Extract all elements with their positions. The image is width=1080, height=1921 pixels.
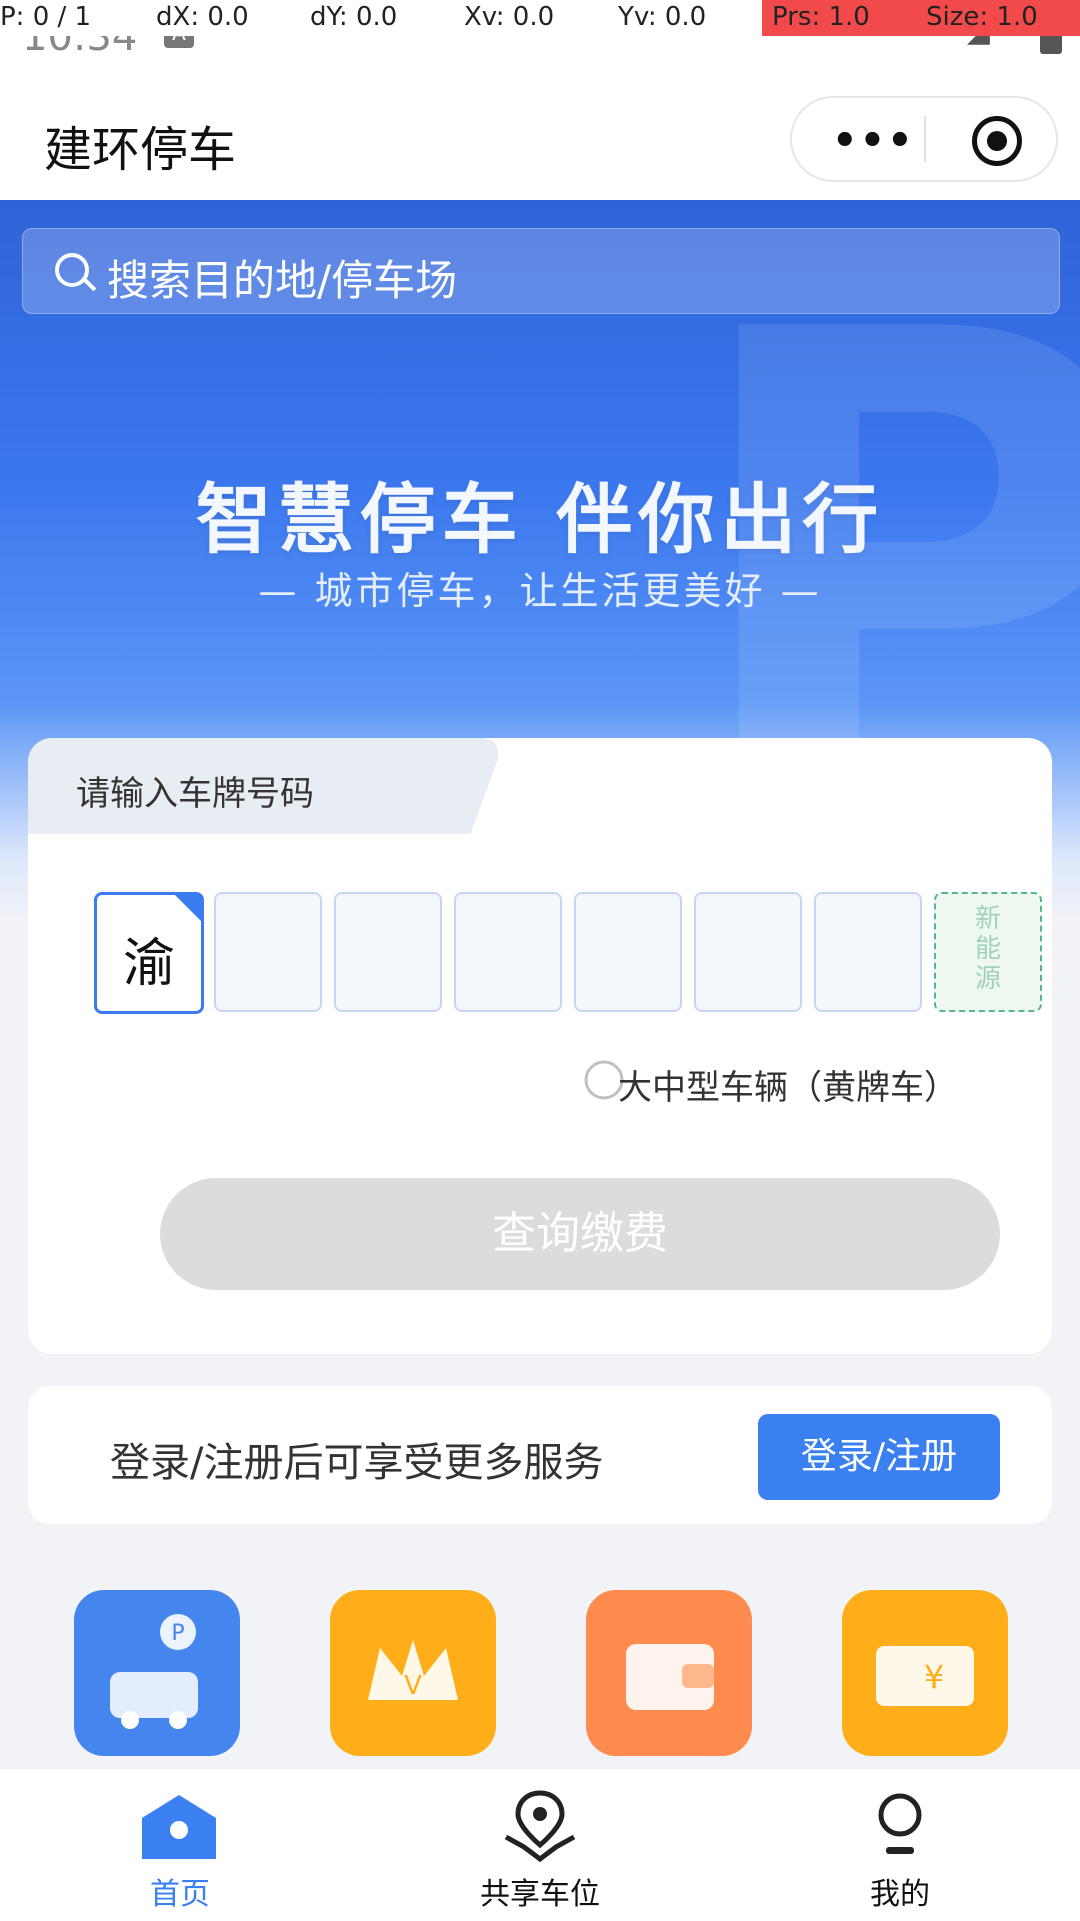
plate-province-char: 渝 xyxy=(122,934,175,994)
plate-char-box-3[interactable] xyxy=(334,892,442,1012)
svg-text:P: P xyxy=(171,1621,184,1646)
vip-crown-glyph: V xyxy=(368,1640,458,1701)
tab-shared-parking[interactable]: 共享车位 xyxy=(360,1769,720,1921)
plate-label: 请输入车牌号码 xyxy=(76,774,314,814)
vip-crown-icon[interactable]: V xyxy=(330,1590,496,1756)
home-icon xyxy=(142,1795,216,1859)
debug-dx: dX: 0.0 xyxy=(156,2,249,32)
page-title: 建环停车 xyxy=(44,122,237,178)
tab-mine[interactable]: 我的 xyxy=(720,1769,1080,1921)
wallet-glyph xyxy=(626,1644,714,1710)
svg-text:¥: ¥ xyxy=(924,1658,944,1696)
login-register-button[interactable]: 登录/注册 xyxy=(758,1414,1000,1500)
search-placeholder: 搜索目的地/停车场 xyxy=(107,256,458,305)
debug-xv: Xv: 0.0 xyxy=(464,2,555,32)
tab-home-label: 首页 xyxy=(150,1877,210,1912)
province-corner-mark xyxy=(175,895,201,921)
debug-pointer: P: 0 / 1 xyxy=(0,2,92,32)
plate-char-box-6[interactable] xyxy=(694,892,802,1012)
hero-subtitle: — 城市停车，让生活更美好 — xyxy=(258,569,822,613)
tab-home[interactable]: 首页 xyxy=(0,1769,360,1921)
debug-size: Size: 1.0 xyxy=(926,2,1038,32)
map-pin-icon xyxy=(504,1790,576,1863)
plate-new-energy-box[interactable]: 新能源 xyxy=(934,892,1042,1012)
parking-car-icon[interactable]: P xyxy=(74,1590,240,1756)
coupon-icon[interactable]: ¥ xyxy=(842,1590,1008,1756)
plate-input-row: 渝 新能源 xyxy=(66,892,1042,1014)
more-dots-icon[interactable]: ••• xyxy=(832,118,915,164)
target-icon[interactable] xyxy=(972,116,1022,166)
debug-prs: Prs: 1.0 xyxy=(772,2,870,32)
query-pay-button[interactable]: 查询缴费 xyxy=(160,1178,1000,1290)
parking-car-glyph: P xyxy=(110,1614,198,1729)
svg-text:V: V xyxy=(404,1671,422,1701)
plate-province-box[interactable]: 渝 xyxy=(94,892,204,1014)
tab-shared-parking-label: 共享车位 xyxy=(480,1877,600,1912)
plate-char-box-4[interactable] xyxy=(454,892,562,1012)
plate-query-card: 请输入车牌号码 渝 新能源 大中型车辆（黄牌车） 查询缴费 xyxy=(28,738,1052,1354)
tab-mine-label: 我的 xyxy=(870,1877,930,1912)
search-icon xyxy=(55,253,89,287)
hero-title: 智慧停车 伴你出行 xyxy=(195,475,885,564)
plate-char-box-7[interactable] xyxy=(814,892,922,1012)
login-card: 登录/注册后可享受更多服务 登录/注册 xyxy=(28,1386,1052,1524)
bottom-tab-bar: 首页 共享车位 我的 xyxy=(0,1768,1080,1921)
large-vehicle-option[interactable]: 大中型车辆（黄牌车） xyxy=(618,1060,958,1109)
wallet-icon[interactable] xyxy=(586,1590,752,1756)
plate-char-box-5[interactable] xyxy=(574,892,682,1012)
plate-char-box-2[interactable] xyxy=(214,892,322,1012)
login-prompt: 登录/注册后可享受更多服务 xyxy=(110,1440,604,1486)
mini-program-capsule: ••• xyxy=(790,96,1058,182)
pointer-debug-overlay: P: 0 / 1 dX: 0.0 dY: 0.0 Xv: 0.0 Yv: 0.0… xyxy=(0,0,1080,36)
coupon-glyph: ¥ xyxy=(876,1646,974,1706)
search-input[interactable]: 搜索目的地/停车场 xyxy=(22,228,1060,314)
debug-yv: Yv: 0.0 xyxy=(618,2,707,32)
debug-dy: dY: 0.0 xyxy=(310,2,398,32)
user-icon xyxy=(878,1793,922,1854)
new-energy-label: 新能源 xyxy=(974,904,1001,994)
capsule-divider xyxy=(924,116,926,162)
app-header: 建环停车 ••• xyxy=(0,76,1080,200)
